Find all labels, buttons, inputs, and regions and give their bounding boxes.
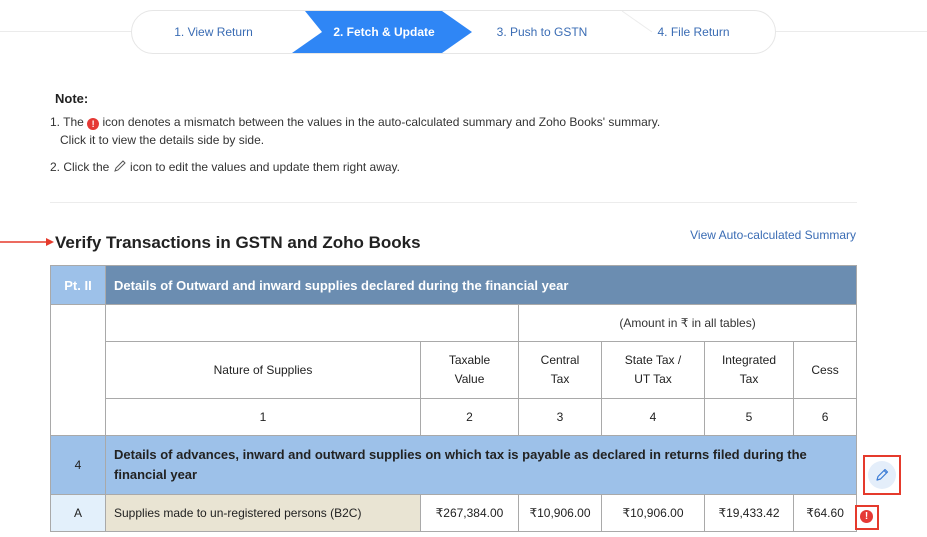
note-item-1-line-2: Click it to view the details side by sid… bbox=[60, 133, 265, 147]
blank-cell bbox=[105, 304, 519, 342]
pencil-icon bbox=[876, 468, 889, 481]
divider bbox=[50, 202, 857, 203]
amount-note: (Amount in ₹ in all tables) bbox=[517, 304, 858, 342]
amount-note-row: (Amount in ₹ in all tables) bbox=[50, 304, 858, 436]
col-number: 4 bbox=[601, 398, 705, 436]
pencil-icon bbox=[113, 160, 126, 172]
section-title-cell: Details of advances, inward and outward … bbox=[104, 435, 858, 495]
col-header-state-tax: State Tax / UT Tax bbox=[601, 341, 705, 399]
row-description: Supplies made to un-registered persons (… bbox=[105, 494, 421, 532]
cess-cell: ₹64.60 bbox=[792, 494, 858, 532]
col-header-cess: Cess bbox=[792, 341, 858, 399]
col-number: 5 bbox=[704, 398, 794, 436]
alert-icon: ! bbox=[87, 118, 100, 130]
column-header-row: Nature of Supplies Taxable Value Central T… bbox=[51, 341, 858, 399]
note-item-2-prefix: 2. Click the bbox=[50, 160, 110, 174]
integrated-tax-cell: ₹19,433.42 bbox=[704, 494, 794, 532]
note-item-1-suffix: icon denotes a mismatch between the valu… bbox=[102, 115, 661, 129]
stepper: 1. View Return 2. Fetch & Update 3. Push… bbox=[131, 10, 776, 54]
col-header-nature: Nature of Supplies bbox=[105, 341, 421, 399]
state-tax-cell: ₹10,906.00 bbox=[601, 494, 705, 532]
col-header-central-tax: Central Tax bbox=[518, 341, 602, 399]
column-number-row: 1 2 3 4 5 6 bbox=[51, 398, 858, 436]
step-file-return[interactable]: 4. File Return bbox=[612, 11, 775, 53]
col-header-line: Taxable bbox=[448, 353, 491, 367]
col-number: 6 bbox=[792, 398, 858, 436]
taxable-value-cell: ₹267,384.00 bbox=[420, 494, 519, 532]
step-push-to-gstn[interactable]: 3. Push to GSTN bbox=[457, 11, 627, 53]
col-header-line: State Tax / bbox=[624, 353, 682, 367]
col-number: 1 bbox=[105, 398, 421, 436]
gstr-table: Pt. II Details of Outward and inward sup… bbox=[50, 265, 858, 532]
step-view-return[interactable]: 1. View Return bbox=[132, 11, 295, 53]
central-tax-cell: ₹10,906.00 bbox=[518, 494, 602, 532]
row-label: A bbox=[50, 494, 106, 532]
col-number: 3 bbox=[518, 398, 602, 436]
col-header-line: UT Tax bbox=[634, 372, 672, 386]
col-header-integrated-tax: Integrated Tax bbox=[704, 341, 794, 399]
note-item-2-suffix: icon to edit the values and update them … bbox=[130, 160, 400, 174]
step-fetch-update[interactable]: 2. Fetch & Update bbox=[295, 11, 473, 53]
note-item-2: 2. Click the icon to edit the values and… bbox=[50, 160, 400, 174]
col-number: 2 bbox=[420, 398, 519, 436]
red-arrow-annotation bbox=[0, 238, 54, 246]
col-header-line: Tax bbox=[739, 372, 759, 386]
col-header-taxable-value: Taxable Value bbox=[420, 341, 519, 399]
part-header-row: Pt. II Details of Outward and inward sup… bbox=[50, 265, 858, 305]
section-title: Verify Transactions in GSTN and Zoho Boo… bbox=[55, 233, 421, 252]
note-title: Note: bbox=[55, 91, 89, 106]
edit-button[interactable] bbox=[868, 461, 896, 489]
blank-cell bbox=[50, 304, 106, 436]
col-header-line: Central bbox=[540, 353, 580, 367]
view-auto-calculated-summary-link[interactable]: View Auto-calculated Summary bbox=[690, 228, 856, 242]
part-title: Details of Outward and inward supplies d… bbox=[104, 265, 858, 305]
col-header-line: Tax bbox=[550, 372, 570, 386]
section-number: 4 bbox=[50, 435, 106, 495]
note-item-1: 1. The ! icon denotes a mismatch between… bbox=[50, 115, 660, 130]
col-header-line: Value bbox=[454, 372, 485, 386]
table-row: A Supplies made to un-registered persons… bbox=[50, 494, 858, 532]
note-item-1-prefix: 1. The bbox=[50, 115, 84, 129]
section-4-row: 4 Details of advances, inward and outwar… bbox=[50, 435, 858, 495]
mismatch-alert-icon[interactable]: ! bbox=[860, 510, 873, 523]
col-header-line: Integrated bbox=[721, 353, 777, 367]
part-label: Pt. II bbox=[50, 265, 106, 305]
